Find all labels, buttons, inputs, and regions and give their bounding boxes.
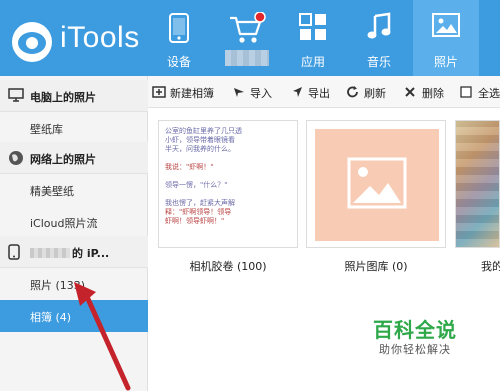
photo-icon [432,13,460,37]
album-my-photos[interactable] [455,120,500,248]
note-line: 我也愣了，赶紧大声解 [165,199,235,207]
note-line: 半天，问我养的什么。 [165,145,235,153]
toolbar: 新建相簿 导入 导出 刷新 删除 全选 [148,76,500,108]
album-camera-roll[interactable]: 公室的鱼缸里养了几只透 小虾，领导带着眼镜看 半天，问我养的什么。 我说："虾啊… [158,120,298,248]
sidebar-item-label: iCloud照片流 [30,217,98,230]
image-placeholder-icon [347,157,407,209]
sidebar-section-computer-photos[interactable]: 电脑上的照片 [0,80,148,112]
note-line: 小虾，领导带着眼镜看 [165,136,235,144]
note-line: 领导一愣，"什么？" [165,181,228,189]
device-name-blurred [30,248,70,258]
apps-grid-icon [299,13,326,40]
nav-photos[interactable]: 照片 [413,0,479,76]
watermark-sub: 助你轻松解决 [379,343,451,356]
export-icon [293,87,302,97]
nav-music[interactable]: 音乐 [346,0,412,76]
note-line: 释："虾啊领导！领导 [165,208,232,216]
nav-device-label: 设备 [166,55,191,69]
app-name: iTools [60,21,140,54]
itools-logo-icon [12,22,52,62]
new-album-button[interactable]: 新建相簿 [152,76,218,108]
sidebar-section-online-photos[interactable]: 网络上的照片 [0,142,148,174]
export-button[interactable]: 导出 [290,76,334,108]
nav-store-label-blurred [225,50,269,66]
nav-music-label: 音乐 [366,55,391,69]
export-label: 导出 [308,87,330,100]
watermark-main: 百科全说 [373,318,457,342]
album-cover-placeholder [315,129,439,241]
nav-photos-label: 照片 [433,55,458,69]
import-label: 导入 [250,87,272,100]
select-all-button[interactable]: 全选 [460,76,500,108]
sidebar-item-wallpaper-library[interactable]: 壁纸库 [0,112,148,144]
album-cover-camera-roll: 公室的鱼缸里养了几只透 小虾，领导带着眼镜看 半天，问我养的什么。 我说："虾啊… [165,127,261,239]
nav-apps[interactable]: 应用 [280,0,346,76]
album-label-camera-roll: 相机胶卷 (100) [189,260,267,273]
sidebar-section-title: 电脑上的照片 [30,91,96,104]
select-all-label: 全选 [478,87,500,100]
note-line: 虾啊！领导虾啊！" [165,217,225,225]
album-label-photo-library: 照片图库 (0) [344,260,408,273]
sidebar-item-label: 精美壁纸 [30,185,74,198]
note-line: 公室的鱼缸里养了几只透 [165,127,242,135]
sidebar-item-label: 壁纸库 [30,123,63,136]
new-album-label: 新建相簿 [170,87,214,100]
note-line: 我说："虾啊！" [165,163,214,171]
top-header: iTools 设备 应用 音乐 照片 [0,0,500,76]
monitor-icon [8,88,24,102]
refresh-icon [347,86,358,98]
refresh-label: 刷新 [364,87,386,100]
new-album-icon [152,86,166,98]
sidebar-section-title: 网络上的照片 [30,153,96,166]
delete-icon [405,87,415,97]
annotation-arrow [74,282,131,391]
sidebar-section-title: 的 iP... [72,247,110,260]
album-photo-library[interactable] [306,120,446,248]
phone-icon [8,244,20,260]
nav-store[interactable] [214,0,280,76]
shopping-cart-icon [230,12,266,43]
sidebar-section-device[interactable]: 的 iP... [0,236,148,268]
watermark: 百科全说 助你轻松解决 [360,318,470,362]
delete-button[interactable]: 删除 [404,76,448,108]
import-button[interactable]: 导入 [232,76,276,108]
music-note-icon [367,12,391,39]
import-icon [234,88,244,97]
globe-icon [9,151,23,165]
sidebar-item-fine-wallpapers[interactable]: 精美壁纸 [0,174,148,206]
sidebar-item-label: 相簿 (4) [30,311,72,324]
checkbox-icon [460,86,472,98]
album-label-my-photos: 我的 [481,260,500,273]
refresh-button[interactable]: 刷新 [346,76,390,108]
delete-label: 删除 [422,87,444,100]
sidebar-item-icloud-photostream[interactable]: iCloud照片流 [0,206,148,238]
nav-device[interactable]: 设备 [146,0,212,76]
nav-apps-label: 应用 [300,55,325,69]
app-logo: iTools [12,16,152,64]
device-icon [169,13,189,43]
